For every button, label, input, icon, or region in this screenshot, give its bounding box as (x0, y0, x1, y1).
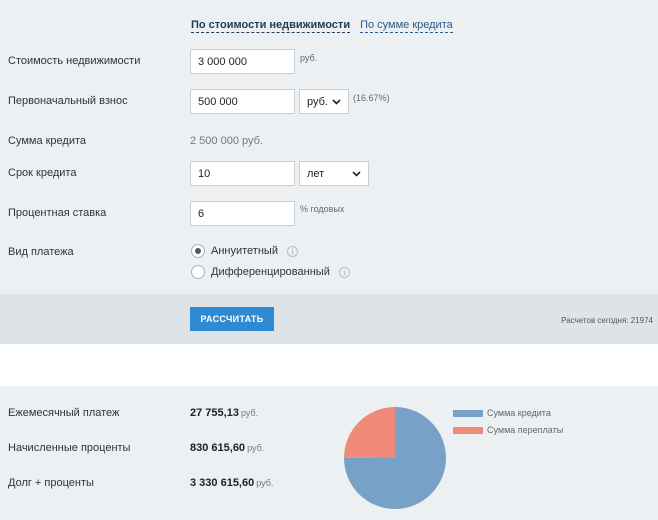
legend-overpayment: Сумма переплаты (453, 425, 563, 435)
chevron-down-icon (352, 168, 361, 180)
radio-differentiated[interactable]: Дифференцированный i (191, 265, 350, 279)
calc-mode-tabs: По стоимости недвижимости По сумме креди… (191, 19, 453, 33)
monthly-payment-unit: руб. (240, 408, 259, 418)
loan-amount-label: Сумма кредита (8, 135, 87, 147)
tab-by-loan-amount[interactable]: По сумме кредита (360, 19, 453, 33)
rate-input[interactable]: 6 (190, 201, 295, 226)
interest-unit: руб. (247, 443, 265, 453)
legend-overpayment-label: Сумма переплаты (487, 425, 564, 435)
legend-swatch-overpayment (453, 426, 483, 434)
down-payment-input[interactable]: 500 000 (190, 89, 295, 114)
legend-loan-amount: Сумма кредита (453, 408, 551, 418)
radio-differentiated-label: Дифференцированный (211, 266, 330, 278)
payment-type-label: Вид платежа (8, 246, 74, 258)
separator-band (0, 344, 658, 386)
legend-swatch-loan (453, 409, 483, 417)
monthly-payment-amount: 27 755,13 (190, 407, 239, 419)
property-price-unit: руб. (300, 53, 318, 63)
rate-unit: % годовых (300, 204, 345, 214)
total-unit: руб. (256, 478, 274, 488)
calculate-button[interactable]: РАССЧИТАТЬ (190, 307, 274, 331)
term-label: Срок кредита (8, 167, 77, 179)
tab-by-property-price[interactable]: По стоимости недвижимости (191, 19, 351, 33)
property-price-label: Стоимость недвижимости (8, 55, 141, 67)
down-payment-percent: (16.67%) (353, 93, 390, 103)
interest-amount: 830 615,60 (190, 442, 246, 454)
total-value: 3 330 615,60 руб. (190, 477, 273, 489)
radio-annuity-label: Аннуитетный (211, 245, 278, 257)
radio-annuity[interactable]: Аннуитетный i (191, 244, 298, 258)
loan-pie-chart (344, 407, 446, 509)
interest-label: Начисленные проценты (8, 442, 131, 454)
calculate-bar (0, 294, 658, 344)
monthly-payment-value: 27 755,13 руб. (190, 407, 258, 419)
property-price-input[interactable]: 3 000 000 (190, 49, 295, 74)
monthly-payment-label: Ежемесячный платеж (8, 407, 120, 419)
info-icon[interactable]: i (338, 266, 350, 278)
radio-button-unchecked[interactable] (191, 265, 205, 279)
info-icon[interactable]: i (286, 245, 298, 257)
term-input[interactable]: 10 (190, 161, 295, 186)
calculations-counter: Расчетов сегодня: 21974 (561, 316, 653, 325)
interest-value: 830 615,60 руб. (190, 442, 264, 454)
term-unit-select[interactable]: лет (299, 161, 369, 186)
radio-button-checked[interactable] (191, 244, 205, 258)
legend-loan-label: Сумма кредита (487, 408, 551, 418)
pie-slice-1 (344, 407, 395, 458)
rate-label: Процентная ставка (8, 207, 107, 219)
loan-amount-value: 2 500 000 руб. (190, 135, 263, 147)
down-payment-label: Первоначальный взнос (8, 95, 128, 107)
down-payment-unit-value: руб. (307, 95, 328, 108)
down-payment-unit-select[interactable]: руб. (299, 89, 349, 114)
total-label: Долг + проценты (8, 477, 94, 489)
total-amount: 3 330 615,60 (190, 477, 255, 489)
term-unit-value: лет (307, 167, 325, 180)
chevron-down-icon (332, 96, 341, 108)
